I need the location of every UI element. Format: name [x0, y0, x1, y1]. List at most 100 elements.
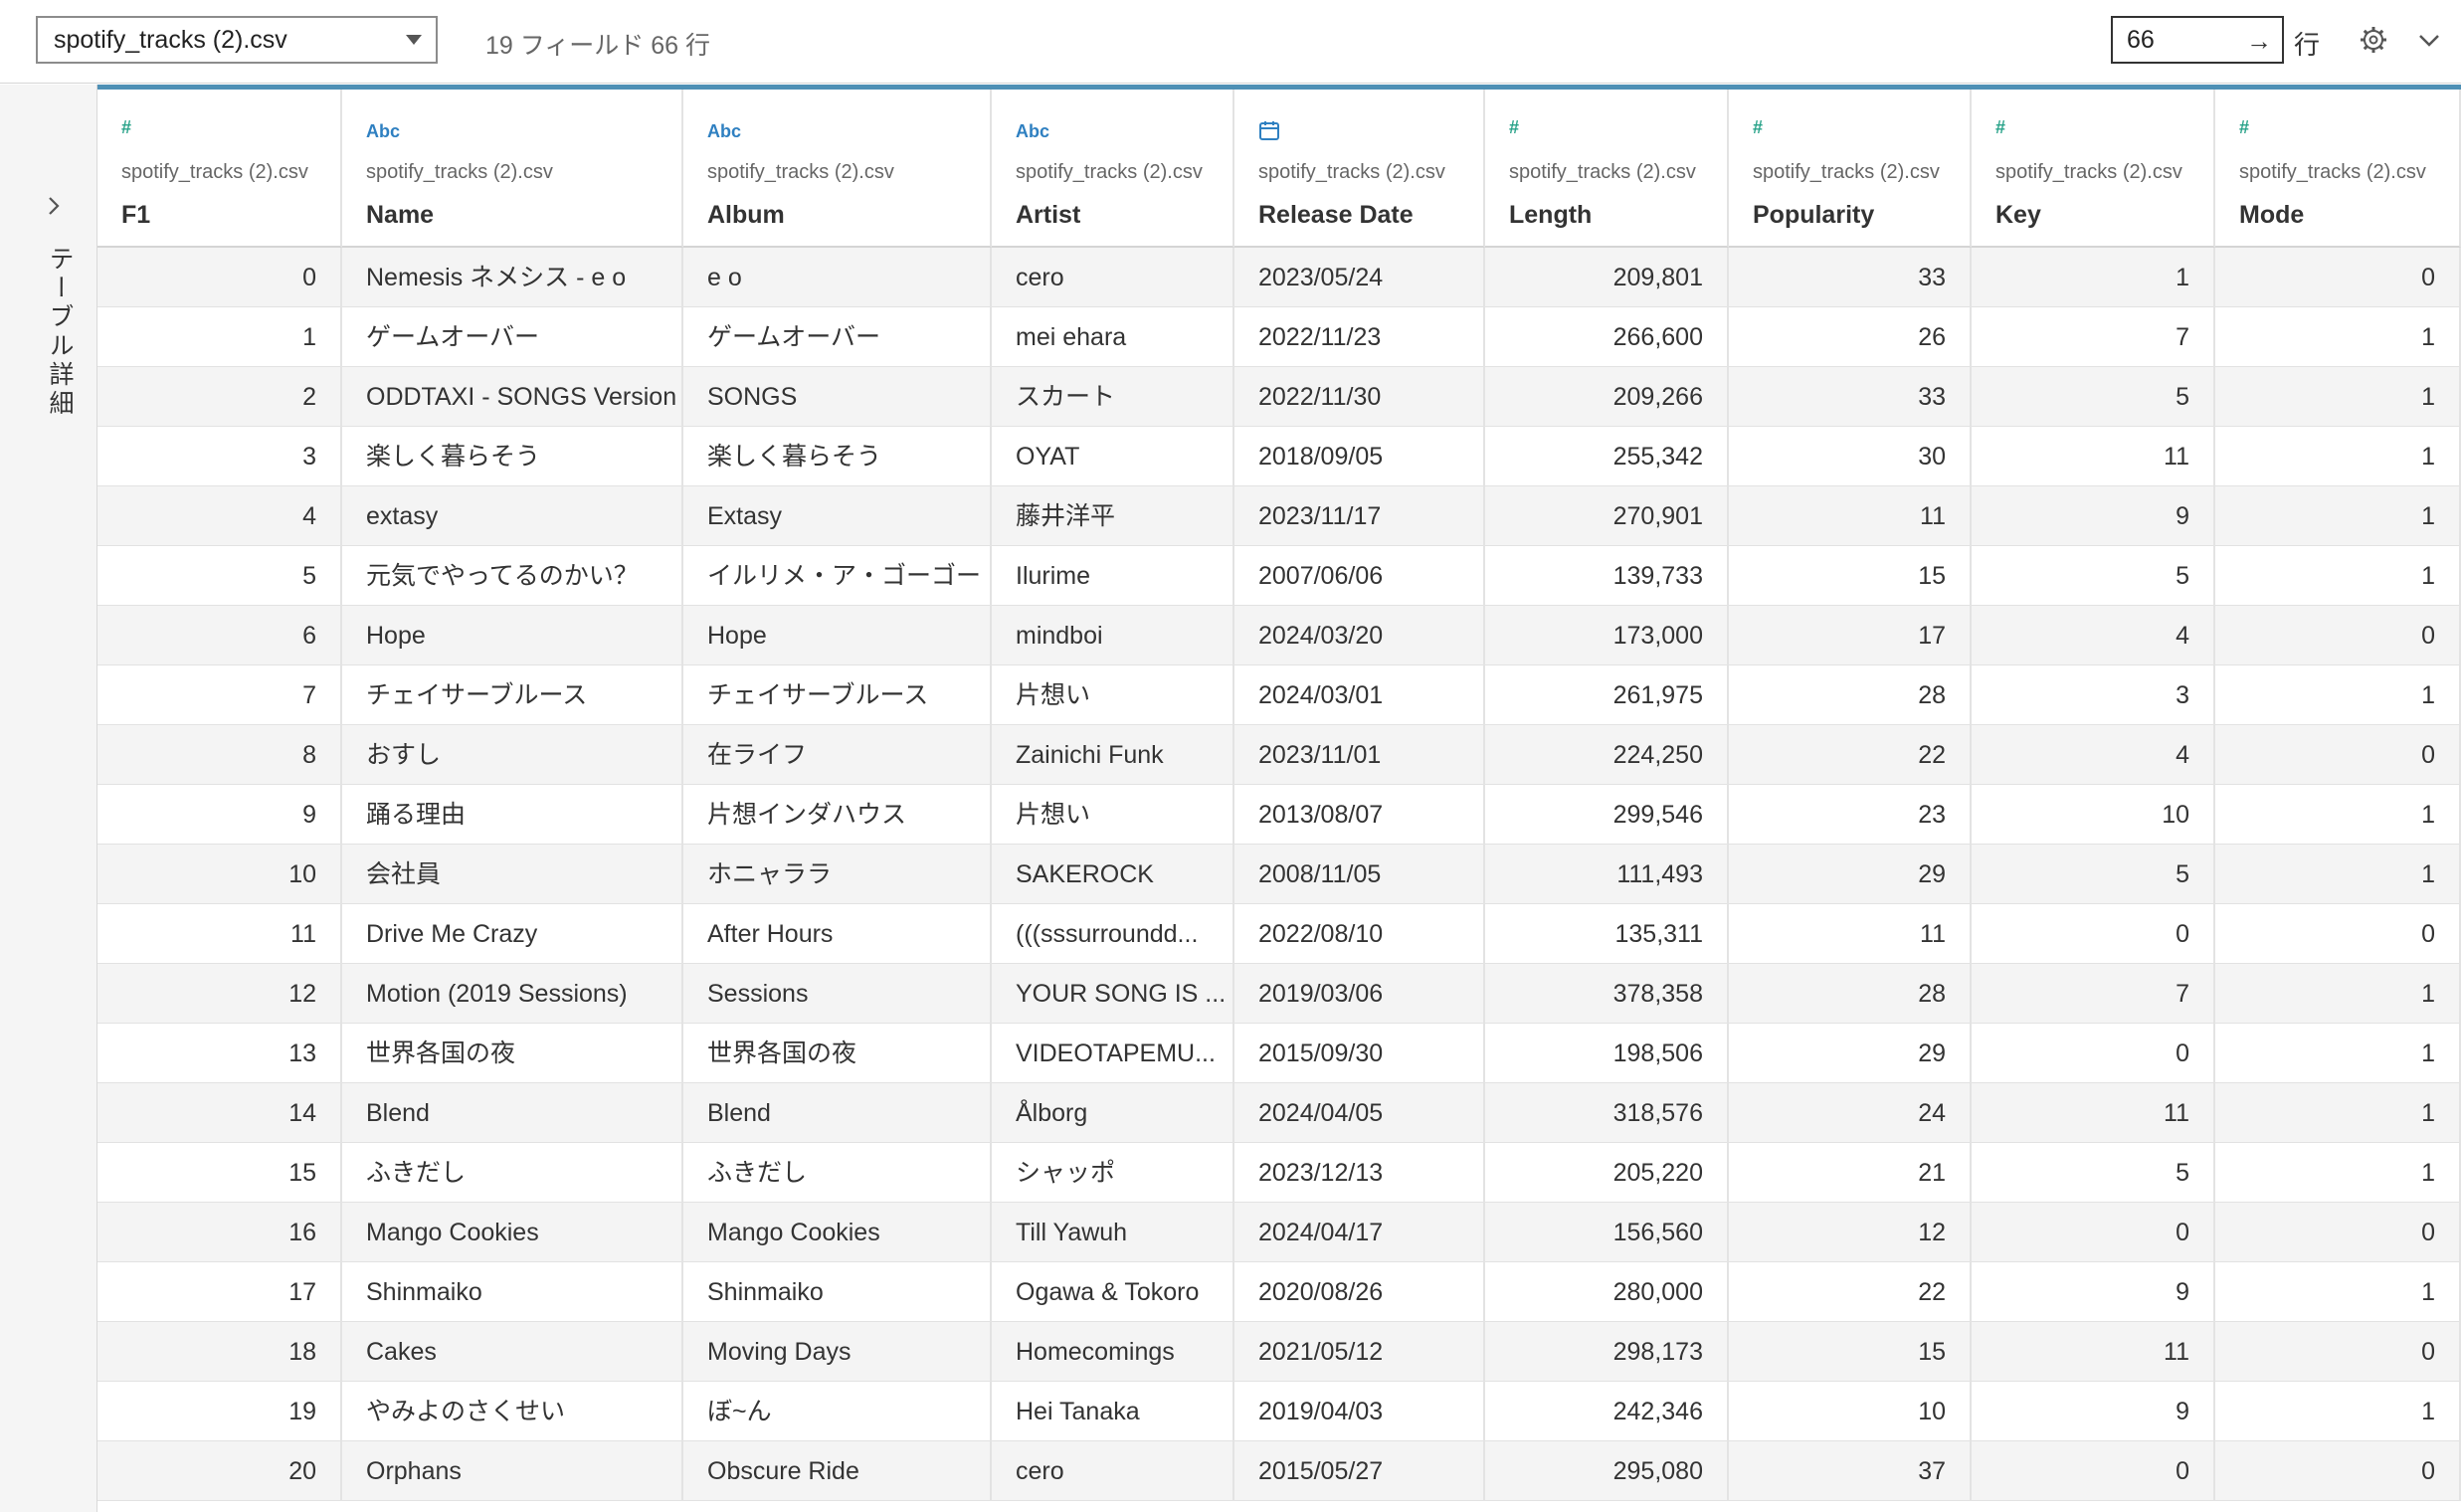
table-cell[interactable]: 28 [1729, 665, 1972, 725]
table-cell[interactable]: 135,311 [1485, 904, 1729, 964]
chevron-down-icon[interactable] [2415, 26, 2443, 54]
table-cell[interactable]: 4 [1972, 725, 2215, 785]
table-cell[interactable]: 5 [1972, 1143, 2215, 1203]
table-cell[interactable]: 378,358 [1485, 964, 1729, 1024]
table-cell[interactable]: 17 [1729, 606, 1972, 665]
table-cell[interactable]: 0 [2215, 606, 2461, 665]
table-cell[interactable]: やみよのさくせい [342, 1382, 683, 1441]
gear-icon[interactable] [2358, 24, 2389, 56]
column-header-f1[interactable]: # spotify_tracks (2).csv F1 [97, 90, 342, 248]
table-cell[interactable]: 2013/08/07 [1234, 785, 1485, 845]
table-cell[interactable]: YOUR SONG IS ... [992, 964, 1234, 1024]
table-cell[interactable]: 2015/09/30 [1234, 1024, 1485, 1083]
table-cell[interactable]: 111,493 [1485, 845, 1729, 904]
table-cell[interactable]: 0 [2215, 904, 2461, 964]
table-cell[interactable]: 2022/08/10 [1234, 904, 1485, 964]
table-cell[interactable]: 15 [97, 1143, 342, 1203]
rows-count-input[interactable]: 66 → [2111, 16, 2284, 64]
table-cell[interactable]: 0 [2215, 1203, 2461, 1262]
table-cell[interactable]: Ogawa & Tokoro [992, 1262, 1234, 1322]
table-cell[interactable]: 1 [97, 307, 342, 367]
table-cell[interactable]: Hei Tanaka [992, 1382, 1234, 1441]
table-cell[interactable]: mindboi [992, 606, 1234, 665]
table-cell[interactable]: 1 [2215, 307, 2461, 367]
table-cell[interactable]: 4 [1972, 606, 2215, 665]
table-cell[interactable]: 2024/03/01 [1234, 665, 1485, 725]
table-cell[interactable]: 世界各国の夜 [342, 1024, 683, 1083]
table-cell[interactable]: 2024/04/17 [1234, 1203, 1485, 1262]
table-cell[interactable]: 9 [1972, 1262, 2215, 1322]
table-cell[interactable]: 24 [1729, 1083, 1972, 1143]
table-cell[interactable]: 0 [1972, 1024, 2215, 1083]
table-cell[interactable]: 23 [1729, 785, 1972, 845]
table-cell[interactable]: 21 [1729, 1143, 1972, 1203]
column-header-key[interactable]: # spotify_tracks (2).csv Key [1972, 90, 2215, 248]
table-cell[interactable]: 1 [2215, 486, 2461, 546]
table-cell[interactable]: 片想インダハウス [683, 785, 992, 845]
table-cell[interactable]: Zainichi Funk [992, 725, 1234, 785]
table-cell[interactable]: extasy [342, 486, 683, 546]
arrow-right-icon[interactable]: → [2246, 26, 2272, 57]
table-cell[interactable]: 4 [97, 486, 342, 546]
table-cell[interactable]: 280,000 [1485, 1262, 1729, 1322]
table-cell[interactable]: 1 [2215, 964, 2461, 1024]
number-type-icon[interactable]: # [1753, 117, 1763, 143]
table-cell[interactable]: 1 [2215, 785, 2461, 845]
table-cell[interactable]: 5 [1972, 845, 2215, 904]
table-cell[interactable]: 2008/11/05 [1234, 845, 1485, 904]
table-cell[interactable]: After Hours [683, 904, 992, 964]
table-cell[interactable]: 元気でやってるのかい？ [342, 546, 683, 606]
table-cell[interactable]: 30 [1729, 427, 1972, 486]
table-cell[interactable]: cero [992, 1441, 1234, 1501]
table-cell[interactable]: 2 [97, 367, 342, 427]
table-cell[interactable]: 29 [1729, 1024, 1972, 1083]
table-cell[interactable]: Ålborg [992, 1083, 1234, 1143]
table-cell[interactable]: 2018/09/05 [1234, 427, 1485, 486]
table-details-label[interactable]: テーブル詳細 [42, 246, 78, 419]
table-cell[interactable]: 6 [97, 606, 342, 665]
column-header-name[interactable]: Abc spotify_tracks (2).csv Name [342, 90, 683, 248]
table-cell[interactable]: 209,801 [1485, 248, 1729, 307]
table-cell[interactable]: Mango Cookies [342, 1203, 683, 1262]
table-cell[interactable]: Extasy [683, 486, 992, 546]
table-cell[interactable]: 13 [97, 1024, 342, 1083]
table-cell[interactable]: Blend [683, 1083, 992, 1143]
table-cell[interactable]: 0 [2215, 248, 2461, 307]
chevron-right-icon[interactable] [42, 194, 66, 218]
table-cell[interactable]: ふきだし [342, 1143, 683, 1203]
table-cell[interactable]: 19 [97, 1382, 342, 1441]
table-cell[interactable]: 片想い [992, 785, 1234, 845]
table-cell[interactable]: 26 [1729, 307, 1972, 367]
table-cell[interactable]: 255,342 [1485, 427, 1729, 486]
table-cell[interactable]: ぼ~ん [683, 1382, 992, 1441]
table-cell[interactable]: 20 [97, 1441, 342, 1501]
table-cell[interactable]: VIDEOTAPEMU... [992, 1024, 1234, 1083]
table-cell[interactable]: SONGS [683, 367, 992, 427]
table-cell[interactable]: 藤井洋平 [992, 486, 1234, 546]
table-cell[interactable]: 7 [1972, 307, 2215, 367]
table-cell[interactable]: 33 [1729, 248, 1972, 307]
table-cell[interactable]: 295,080 [1485, 1441, 1729, 1501]
table-cell[interactable]: 2023/12/13 [1234, 1143, 1485, 1203]
table-cell[interactable]: 242,346 [1485, 1382, 1729, 1441]
table-cell[interactable]: Drive Me Crazy [342, 904, 683, 964]
table-cell[interactable]: 224,250 [1485, 725, 1729, 785]
column-header-release-date[interactable]: spotify_tracks (2).csv Release Date [1234, 90, 1485, 248]
table-cell[interactable]: 9 [1972, 1382, 2215, 1441]
table-cell[interactable]: 楽しく暮らそう [342, 427, 683, 486]
table-cell[interactable]: 1 [2215, 1143, 2461, 1203]
table-cell[interactable]: 2021/05/12 [1234, 1322, 1485, 1382]
table-cell[interactable]: 0 [2215, 1322, 2461, 1382]
table-cell[interactable]: 2020/08/26 [1234, 1262, 1485, 1322]
string-type-icon[interactable]: Abc [707, 121, 741, 147]
number-type-icon[interactable]: # [1509, 117, 1519, 143]
table-cell[interactable]: おすし [342, 725, 683, 785]
table-cell[interactable]: 10 [1729, 1382, 1972, 1441]
table-cell[interactable]: 2019/04/03 [1234, 1382, 1485, 1441]
table-cell[interactable]: Cakes [342, 1322, 683, 1382]
table-cell[interactable]: 10 [97, 845, 342, 904]
table-cell[interactable]: 15 [1729, 1322, 1972, 1382]
table-cell[interactable]: 14 [97, 1083, 342, 1143]
table-cell[interactable]: 1 [2215, 546, 2461, 606]
table-cell[interactable]: 世界各国の夜 [683, 1024, 992, 1083]
